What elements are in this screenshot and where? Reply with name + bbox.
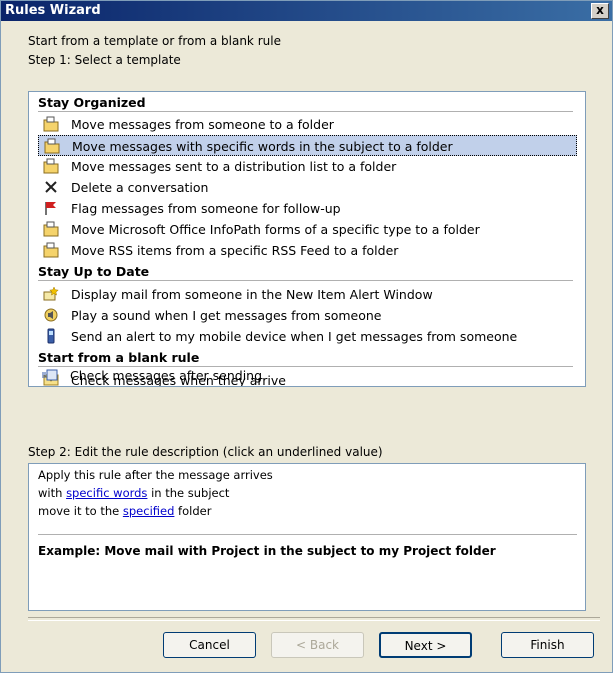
group-divider <box>38 280 573 281</box>
folder-move-icon <box>44 138 60 154</box>
description-text: move it to the <box>38 504 123 518</box>
specific-words-link[interactable]: specific words <box>66 486 147 500</box>
template-item-label: Move messages with specific words in the… <box>72 139 453 154</box>
flag-icon <box>45 202 56 215</box>
next-button[interactable]: Next > <box>379 632 472 658</box>
group-header-stay-up-to-date: Stay Up to Date <box>29 262 577 281</box>
mobile-phone-icon <box>47 328 55 344</box>
template-item[interactable]: Send an alert to my mobile device when I… <box>38 326 577 347</box>
close-button[interactable]: x <box>591 3 609 19</box>
template-item-label: Play a sound when I get messages from so… <box>71 308 382 323</box>
send-mail-icon <box>42 369 58 381</box>
alert-star-icon <box>43 286 59 301</box>
delete-x-icon <box>45 181 57 193</box>
folder-move-icon <box>43 158 59 174</box>
window-title: Rules Wizard <box>5 3 101 18</box>
template-item-label: Move messages sent to a distribution lis… <box>71 159 397 174</box>
template-item-label: Delete a conversation <box>71 180 209 195</box>
cancel-button[interactable]: Cancel <box>163 632 256 658</box>
template-item[interactable]: Move RSS items from a specific RSS Feed … <box>38 240 577 261</box>
template-item-label: Move Microsoft Office InfoPath forms of … <box>71 222 480 237</box>
description-text: folder <box>174 504 212 518</box>
rule-description: Apply this rule after the message arrive… <box>28 463 586 611</box>
template-item[interactable]: Move messages from someone to a folder <box>38 114 577 135</box>
finish-button[interactable]: Finish <box>501 632 594 658</box>
group-title: Stay Up to Date <box>38 264 150 279</box>
group-title: Start from a blank rule <box>38 350 200 365</box>
template-item-label: Display mail from someone in the New Ite… <box>71 287 433 302</box>
template-list[interactable]: Stay Organized Move messages from someon… <box>28 91 586 387</box>
description-line-3: move it to the specified folder <box>38 504 211 518</box>
template-item[interactable]: Move messages sent to a distribution lis… <box>38 156 577 177</box>
rules-wizard-dialog: Rules Wizard x Start from a template or … <box>0 0 613 673</box>
template-item[interactable]: Delete a conversation <box>38 177 577 198</box>
template-item[interactable]: Flag messages from someone for follow-up <box>38 198 577 219</box>
template-item-label: Move RSS items from a specific RSS Feed … <box>71 243 399 258</box>
group-title: Stay Organized <box>38 95 146 110</box>
description-text: in the subject <box>147 486 230 500</box>
template-item[interactable]: Check messages after sending <box>37 365 576 386</box>
template-item-label: Move messages from someone to a folder <box>71 117 334 132</box>
group-header-stay-organized: Stay Organized <box>29 93 577 112</box>
title-bar[interactable]: Rules Wizard x <box>1 1 612 21</box>
template-item[interactable]: Display mail from someone in the New Ite… <box>38 284 577 305</box>
description-line-2: with specific words in the subject <box>38 486 229 500</box>
specified-folder-link[interactable]: specified <box>123 504 175 518</box>
description-line-1: Apply this rule after the message arrive… <box>38 468 273 482</box>
template-item-label: Flag messages from someone for follow-up <box>71 201 341 216</box>
button-separator <box>28 617 600 621</box>
template-item[interactable]: Move Microsoft Office InfoPath forms of … <box>38 219 577 240</box>
example-text: Example: Move mail with Project in the s… <box>38 544 496 558</box>
description-text: with <box>38 486 67 500</box>
speaker-icon <box>44 308 58 322</box>
folder-move-icon <box>43 221 59 237</box>
step1-label: Step 1: Select a template <box>28 53 181 67</box>
group-divider <box>38 111 573 112</box>
intro-label: Start from a template or from a blank ru… <box>28 34 281 48</box>
template-item-label: Check messages after sending <box>70 368 263 383</box>
description-divider <box>38 534 577 535</box>
step2-label: Step 2: Edit the rule description (click… <box>28 445 383 459</box>
template-item-label: Send an alert to my mobile device when I… <box>71 329 518 344</box>
template-item[interactable]: Play a sound when I get messages from so… <box>38 305 577 326</box>
folder-move-icon <box>43 116 59 132</box>
back-button[interactable]: < Back <box>271 632 364 658</box>
folder-move-icon <box>43 242 59 258</box>
template-item-selected[interactable]: Move messages with specific words in the… <box>38 135 577 156</box>
